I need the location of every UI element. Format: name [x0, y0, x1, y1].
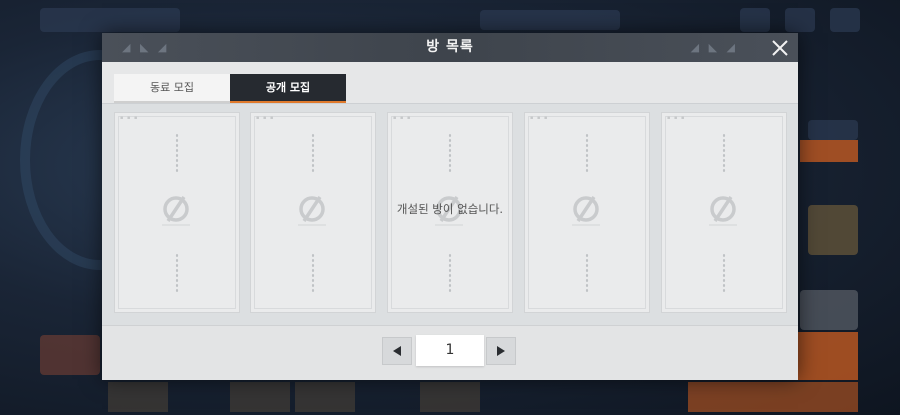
triangle-right-icon [497, 346, 505, 356]
room-slot-1[interactable]: ▪ ▪ ▪ [114, 112, 240, 313]
dialog-title: 방 목록 [426, 39, 474, 55]
slot-corner-mark: ▪ ▪ ▪ [256, 115, 275, 121]
tab-public-recruit[interactable]: 공개 모집 [230, 74, 346, 107]
room-list-dialog: ◢ ◣ ◢ ◢ ◣ ◢ 방 목록 동료 모집 공개 모집 ▪ ▪ ▪ ▪ ▪ ▪… [102, 33, 798, 380]
empty-slot-icon [709, 196, 737, 226]
next-page-button[interactable] [486, 337, 516, 365]
slot-dots-top [448, 133, 452, 173]
room-slot-4[interactable]: ▪ ▪ ▪ [524, 112, 650, 313]
prev-page-button[interactable] [382, 337, 412, 365]
slot-corner-mark: ▪ ▪ ▪ [120, 115, 139, 121]
tab-label: 공개 모집 [265, 81, 311, 94]
dialog-header: ◢ ◣ ◢ ◢ ◣ ◢ 방 목록 [102, 33, 798, 62]
slot-dots-top [175, 133, 179, 173]
room-slot-3[interactable]: ▪ ▪ ▪ [387, 112, 513, 313]
tab-label: 동료 모집 [150, 81, 194, 94]
pagination-bar: 1 [102, 325, 798, 380]
room-slot-2[interactable]: ▪ ▪ ▪ [250, 112, 376, 313]
tab-bar: 동료 모집 공개 모집 [102, 62, 798, 107]
room-slot-5[interactable]: ▪ ▪ ▪ [661, 112, 787, 313]
slot-dots-bottom [311, 253, 315, 293]
slot-dots-top [311, 133, 315, 173]
slot-dots-bottom [585, 253, 589, 293]
empty-slot-icon [298, 196, 326, 226]
slot-dots-top [585, 133, 589, 173]
slot-corner-mark: ▪ ▪ ▪ [393, 115, 412, 121]
tab-friend-recruit[interactable]: 동료 모집 [114, 74, 230, 103]
triangle-left-icon [393, 346, 401, 356]
empty-slot-icon [435, 196, 463, 226]
slot-dots-bottom [448, 253, 452, 293]
empty-slot-icon [572, 196, 600, 226]
close-button[interactable] [768, 36, 792, 60]
slot-dots-bottom [175, 253, 179, 293]
slot-dots-top [722, 133, 726, 173]
slot-corner-mark: ▪ ▪ ▪ [530, 115, 549, 121]
room-slot-list: ▪ ▪ ▪ ▪ ▪ ▪ ▪ ▪ ▪ ▪ ▪ ▪ ▪ ▪ ▪ [102, 104, 798, 325]
slot-dots-bottom [722, 253, 726, 293]
empty-slot-icon [162, 196, 190, 226]
page-number: 1 [416, 335, 484, 366]
close-icon [772, 40, 788, 56]
slot-corner-mark: ▪ ▪ ▪ [667, 115, 686, 121]
